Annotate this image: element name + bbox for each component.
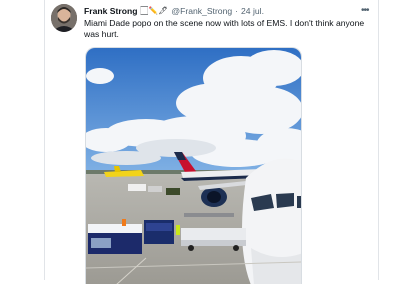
left-column-border (44, 0, 45, 280)
avatar[interactable] (51, 4, 77, 32)
avatar-photo (51, 4, 77, 32)
author-name[interactable]: Frank Strong (84, 6, 137, 16)
plane-nose (242, 158, 301, 284)
author-handle[interactable]: @Frank_Strong (171, 6, 232, 16)
airport-tarmac-photo (86, 48, 301, 284)
right-column-border (378, 0, 379, 280)
tweet-media-photo[interactable] (85, 47, 302, 284)
tweet[interactable]: Frank Strong 🏻✏️🖊 @Frank_Strong · 24 jul… (51, 4, 371, 284)
name-emojis: 🏻✏️🖊 (140, 5, 169, 15)
more-options-icon[interactable]: ••• (361, 4, 369, 17)
tweet-text: Miami Dade popo on the scene now with lo… (84, 18, 365, 39)
separator-dot: · (235, 5, 239, 16)
tweet-header: Frank Strong 🏻✏️🖊 @Frank_Strong · 24 jul… (84, 4, 264, 17)
tweet-date[interactable]: 24 jul. (241, 6, 264, 16)
